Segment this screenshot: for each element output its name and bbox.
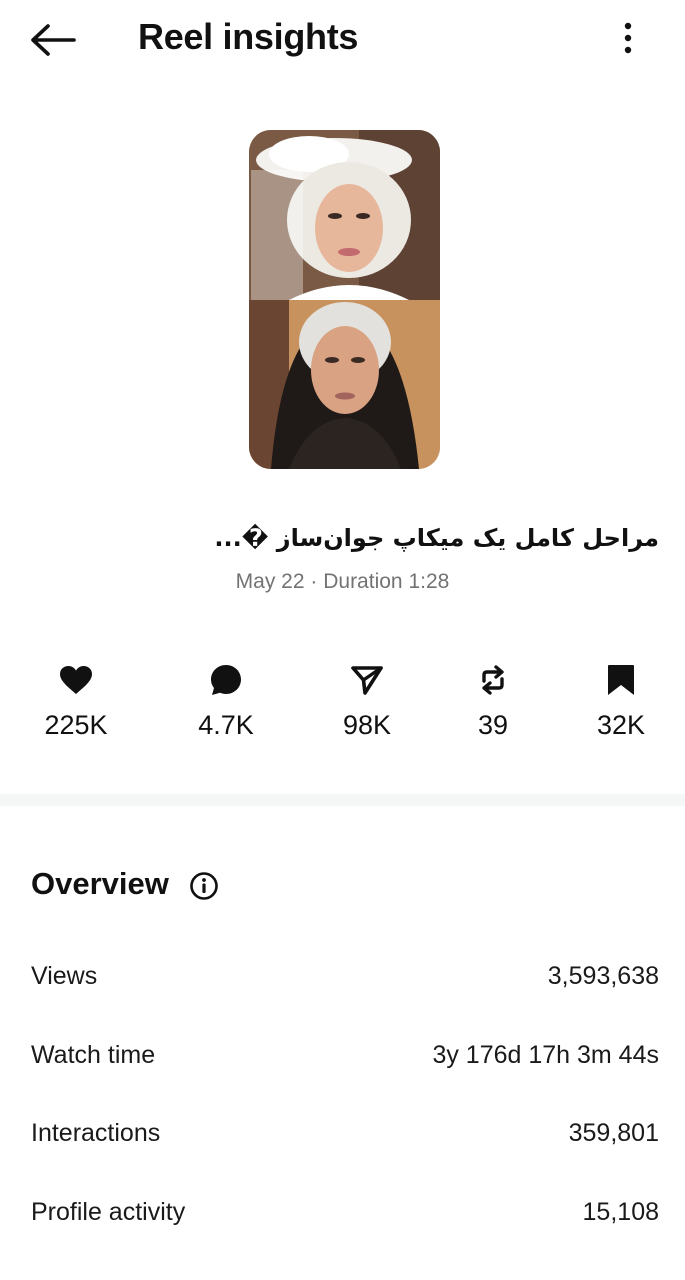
comment-icon (211, 665, 241, 695)
reposts-stat[interactable]: 39 (438, 660, 548, 741)
views-value: 3,593,638 (547, 961, 659, 990)
section-divider (0, 794, 685, 806)
profile-activity-value: 15,108 (582, 1197, 659, 1226)
reel-meta: May 22 · Duration 1:28 (0, 570, 685, 594)
more-vertical-icon (624, 22, 632, 54)
watch-time-label: Watch time (31, 1040, 156, 1069)
interactions-value: 359,801 (568, 1118, 659, 1147)
info-icon (190, 872, 218, 900)
shares-count: 98K (342, 710, 392, 740)
before-after-makeup-thumbnail (249, 130, 440, 469)
heart-icon (60, 666, 92, 694)
comments-stat[interactable]: 4.7K (171, 660, 281, 741)
comments-count: 4.7K (198, 710, 254, 740)
saves-count: 32K (596, 710, 646, 740)
reel-date: May 22 (235, 570, 305, 593)
profile-activity-label: Profile activity (31, 1197, 186, 1226)
watch-time-value: 3y 176d 17h 3m 44s (432, 1040, 659, 1069)
interactions-label: Interactions (31, 1118, 161, 1147)
send-icon (351, 666, 383, 695)
reposts-count: 39 (477, 710, 509, 740)
views-row[interactable]: Views 3,593,638 (31, 956, 659, 996)
back-button[interactable] (26, 18, 78, 62)
repost-icon (482, 665, 504, 695)
more-options-button[interactable] (606, 16, 650, 60)
arrow-left-icon (31, 24, 76, 56)
engagement-stats: 225K 4.7K 98K 39 32K (0, 660, 685, 750)
meta-separator: · (310, 570, 318, 593)
views-label: Views (31, 961, 98, 990)
overview-info-button[interactable] (189, 871, 219, 901)
shares-stat[interactable]: 98K (312, 660, 422, 741)
watch-time-row[interactable]: Watch time 3y 176d 17h 3m 44s (31, 1035, 659, 1075)
reel-thumbnail[interactable] (249, 130, 440, 469)
page-title: Reel insights (138, 16, 359, 57)
saves-stat[interactable]: 32K (566, 660, 676, 741)
overview-heading: Overview (31, 866, 169, 901)
interactions-row[interactable]: Interactions 359,801 (31, 1113, 659, 1153)
likes-stat[interactable]: 225K (21, 660, 131, 741)
profile-activity-row[interactable]: Profile activity 15,108 (31, 1192, 659, 1232)
reel-caption[interactable]: مراحل کامل یک میکاپ جوان‌ساز �... (159, 524, 659, 552)
likes-count: 225K (44, 710, 108, 740)
reel-duration: 1:28 (408, 570, 450, 593)
bookmark-icon (608, 665, 634, 695)
duration-label: Duration (323, 570, 403, 593)
top-bar: Reel insights (0, 0, 685, 80)
